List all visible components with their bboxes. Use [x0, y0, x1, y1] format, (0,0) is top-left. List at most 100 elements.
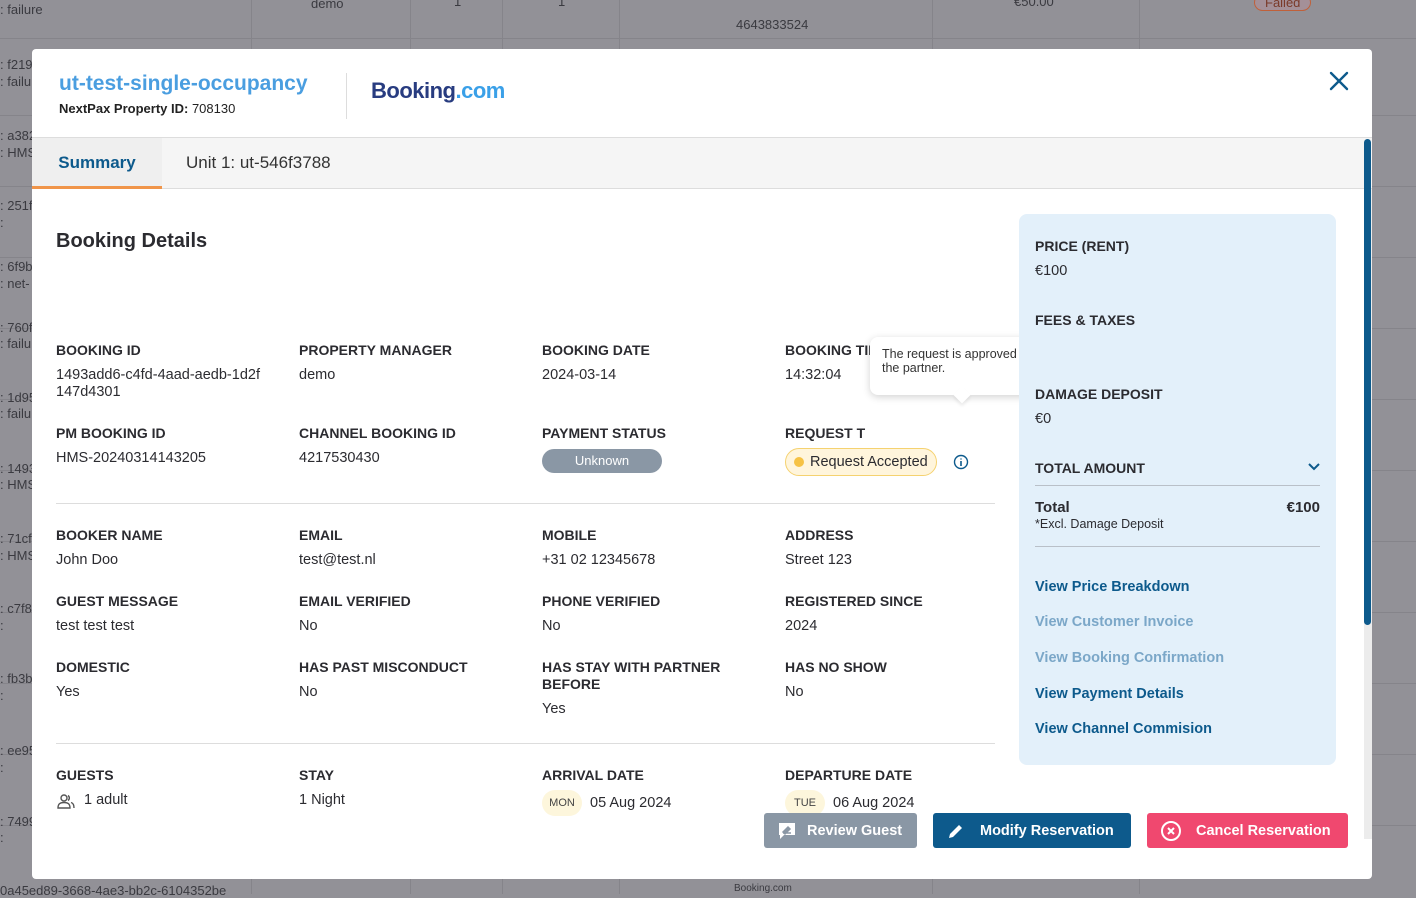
- logo-part1: Booking: [371, 78, 456, 103]
- total-value: €100: [1286, 499, 1320, 516]
- field-value-row: HMS-20240314143205: [56, 450, 286, 467]
- view-payment-details-link[interactable]: View Payment Details: [1035, 686, 1184, 702]
- field-value-row: 1493add6-c4fd-4aad-aedb-1d2f147d4301: [56, 367, 286, 401]
- background-cell: : fb3b: [0, 671, 33, 686]
- field-request-t: Request T Request Accepted: [785, 425, 1015, 476]
- field-value: test@test.nl: [299, 552, 376, 568]
- field-value-row: 2024: [785, 618, 1015, 635]
- background-cell: : 1493: [0, 461, 37, 476]
- tab-summary[interactable]: Summary: [32, 138, 162, 189]
- field-label: Domestic: [56, 659, 130, 675]
- divider: [1035, 546, 1320, 547]
- background-cell: : c7f8: [0, 601, 32, 616]
- cancel-reservation-label: Cancel Reservation: [1196, 822, 1331, 839]
- field-value-row: Yes: [542, 701, 772, 718]
- section-title: Booking Details: [56, 230, 208, 252]
- field-value-row: test@test.nl: [299, 552, 529, 569]
- property-id-value: 708130: [191, 101, 236, 116]
- background-cell: : 760f: [0, 320, 33, 335]
- field-value: Yes: [56, 684, 80, 700]
- background-cell: 1: [558, 0, 566, 9]
- background-cell: : 6f9b: [0, 259, 33, 274]
- field-domestic: Domestic Yes: [56, 659, 286, 701]
- background-cell: : net-: [0, 276, 30, 291]
- view-channel-commission-link[interactable]: View Channel Commision: [1035, 721, 1212, 737]
- field-has-no-show: Has No Show No: [785, 659, 1015, 701]
- field-value-row: MON 05 Aug 2024: [542, 790, 772, 816]
- field-value: 2024: [785, 618, 818, 634]
- background-cell: : failure: [0, 2, 43, 17]
- field-value: No: [785, 684, 804, 700]
- review-guest-button[interactable]: Review Guest: [764, 813, 917, 848]
- background-cell: : 7499: [0, 814, 37, 829]
- view-price-breakdown-link[interactable]: View Price Breakdown: [1035, 579, 1189, 595]
- field-has-stay-with-partner-before: Has Stay With Partner Before Yes: [542, 659, 772, 718]
- field-value-row: 1 Night: [299, 792, 529, 809]
- field-label: Phone Verified: [542, 593, 661, 609]
- tab-bar: Summary Unit 1: ut-546f3788: [32, 138, 1372, 189]
- field-value: Yes: [542, 701, 566, 717]
- field-departure-date: Departure Date TUE 06 Aug 2024: [785, 767, 1015, 816]
- pencil-icon: [949, 824, 962, 838]
- view-booking-confirmation-link[interactable]: View Booking Confirmation: [1035, 650, 1224, 666]
- field-value-row: 2024-03-14: [542, 367, 772, 384]
- field-property-manager: Property Manager demo: [299, 342, 529, 384]
- field-value: 05 Aug 2024: [590, 794, 672, 811]
- modal-content: Booking Details Booking ID 1493add6-c4fd-…: [32, 189, 1364, 879]
- background-cell: 1: [454, 0, 462, 9]
- field-label: Stay: [299, 767, 335, 783]
- field-arrival-date: Arrival Date MON 05 Aug 2024: [542, 767, 772, 816]
- property-name: ut-test-single-occupancy: [59, 72, 308, 95]
- field-value: No: [299, 684, 318, 700]
- background-cell: : a382: [0, 128, 37, 143]
- field-address: Address Street 123: [785, 527, 1015, 569]
- deposit-value: €0: [1035, 411, 1052, 427]
- field-guests: Guests 1 adult: [56, 767, 286, 809]
- status-badge-failed: Failed: [1254, 0, 1312, 11]
- background-cell: Booking.com: [734, 883, 792, 894]
- field-value: 2024-03-14: [542, 367, 617, 383]
- close-button[interactable]: [1327, 69, 1351, 93]
- field-pm-booking-id: PM Booking ID HMS-20240314143205: [56, 425, 286, 467]
- field-label: Payment Status: [542, 425, 666, 441]
- review-icon: [779, 822, 795, 839]
- field-label: Request T: [785, 425, 866, 441]
- field-has-past-misconduct: Has Past Misconduct No: [299, 659, 529, 701]
- field-booking-date: Booking Date 2024-03-14: [542, 342, 772, 384]
- status-dot: [794, 457, 804, 467]
- rent-label: PRICE (RENT): [1035, 238, 1130, 254]
- info-icon[interactable]: [953, 454, 969, 470]
- divider: [56, 743, 995, 744]
- field-value-row: Yes: [56, 684, 286, 701]
- tab-unit-1[interactable]: Unit 1: ut-546f3788: [186, 138, 331, 189]
- field-label: Has No Show: [785, 659, 887, 675]
- chevron-down-icon[interactable]: [1307, 462, 1321, 472]
- guests-icon: [57, 793, 75, 809]
- table-row-line: [0, 38, 1416, 39]
- field-label: Guests: [56, 767, 114, 783]
- modify-reservation-button[interactable]: Modify Reservation: [933, 813, 1131, 848]
- field-value-row: demo: [299, 367, 529, 384]
- view-customer-invoice-link[interactable]: View Customer Invoice: [1035, 614, 1193, 630]
- field-value: 06 Aug 2024: [833, 794, 915, 811]
- background-cell: :: [0, 618, 4, 633]
- background-cell: : HMS: [0, 477, 37, 492]
- field-booker-name: Booker Name John Doo: [56, 527, 286, 569]
- total-note: *Excl. Damage Deposit: [1035, 517, 1164, 531]
- field-value-row: Street 123: [785, 552, 1015, 569]
- deposit-label: DAMAGE DEPOSIT: [1035, 386, 1163, 402]
- field-mobile: Mobile +31 02 12345678: [542, 527, 772, 569]
- field-value: Request Accepted: [810, 453, 928, 470]
- fees-label: FEES & TAXES: [1035, 312, 1136, 328]
- payment-status-badge: Unknown: [542, 449, 662, 473]
- field-label: Address: [785, 527, 854, 543]
- field-label: Has Stay With Partner Before: [542, 659, 721, 692]
- background-cell: : HMS: [0, 548, 37, 563]
- property-id-label: NextPax Property ID:: [59, 101, 189, 116]
- field-channel-booking-id: Channel Booking ID 4217530430: [299, 425, 529, 467]
- scrollbar-thumb[interactable]: [1364, 139, 1371, 625]
- cancel-reservation-button[interactable]: Cancel Reservation: [1147, 813, 1348, 848]
- field-value: No: [299, 618, 318, 634]
- field-label: Property Manager: [299, 342, 452, 358]
- field-value-row: John Doo: [56, 552, 286, 569]
